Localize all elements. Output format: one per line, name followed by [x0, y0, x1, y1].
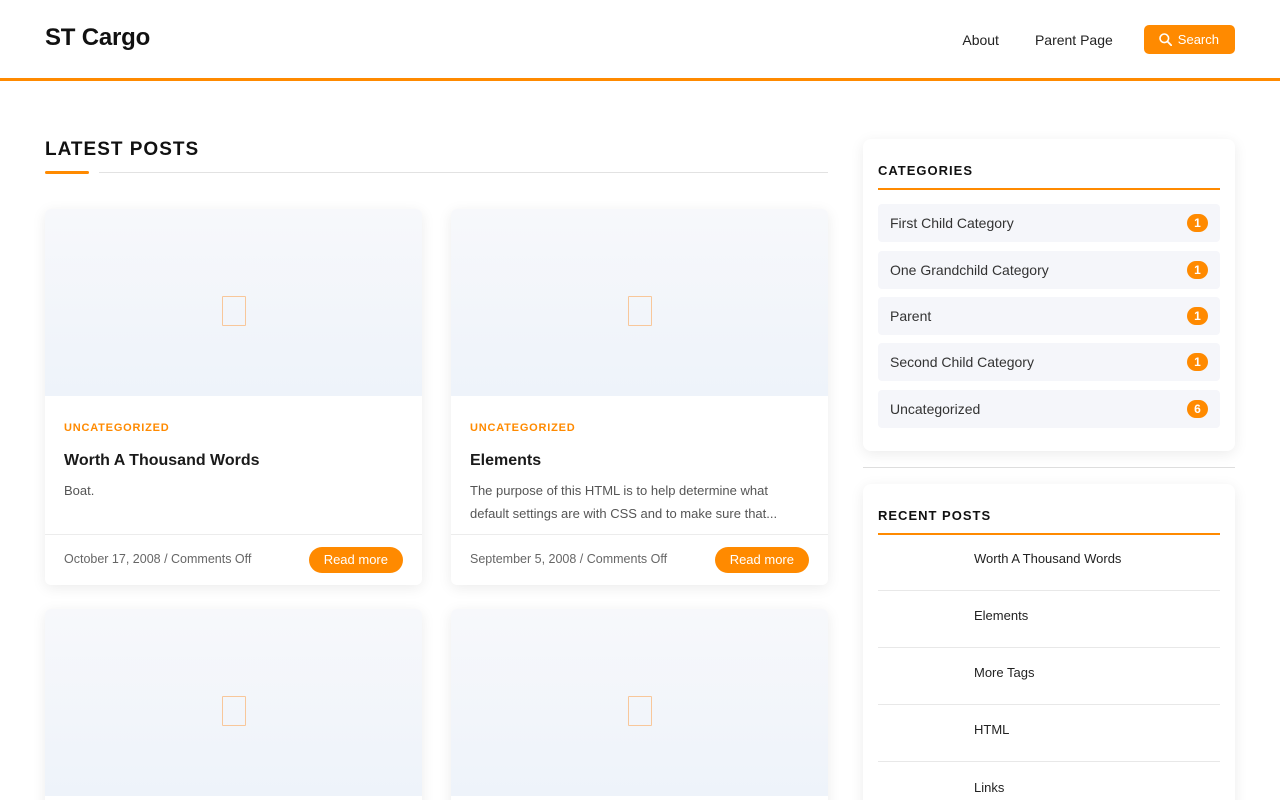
- image-placeholder-icon: [222, 696, 246, 726]
- site-logo[interactable]: ST Cargo: [45, 24, 150, 52]
- image-placeholder-icon: [628, 696, 652, 726]
- recent-post-item[interactable]: Links: [878, 763, 1220, 800]
- post-thumbnail[interactable]: [45, 609, 422, 796]
- section-title-divider: [99, 172, 828, 173]
- post-excerpt: The purpose of this HTML is to help dete…: [470, 483, 778, 521]
- section-title-accent: [45, 171, 89, 174]
- post-card: [451, 609, 828, 800]
- post-card-footer: September 5, 2008 / Comments Off Read mo…: [451, 534, 828, 585]
- recent-post-item[interactable]: More Tags: [878, 648, 1220, 705]
- category-item[interactable]: Uncategorized 6: [878, 390, 1220, 428]
- post-card-footer: October 17, 2008 / Comments Off Read mor…: [45, 534, 422, 585]
- category-count-badge: 1: [1187, 353, 1208, 371]
- recent-post-title: More Tags: [974, 665, 1035, 680]
- search-button[interactable]: Search: [1143, 25, 1235, 54]
- recent-post-title: Links: [974, 780, 1005, 795]
- category-label: First Child Category: [890, 215, 1014, 231]
- post-card-body: UNCATEGORIZED Worth A Thousand Words Boa…: [45, 396, 422, 534]
- category-label: Parent: [890, 308, 932, 324]
- recent-posts-widget-title: RECENT POSTS: [878, 508, 992, 523]
- post-card: [45, 609, 422, 800]
- post-category[interactable]: UNCATEGORIZED: [64, 422, 170, 434]
- post-thumbnail[interactable]: [451, 209, 828, 396]
- post-category[interactable]: UNCATEGORIZED: [470, 422, 576, 434]
- post-card: UNCATEGORIZED Elements The purpose of th…: [451, 209, 828, 585]
- recent-post-title: Worth A Thousand Words: [974, 551, 1122, 566]
- recent-post-title: HTML: [974, 722, 1010, 737]
- categories-widget: CATEGORIES First Child Category 1 One Gr…: [863, 139, 1235, 451]
- category-label: Uncategorized: [890, 401, 981, 417]
- category-count-badge: 1: [1187, 214, 1208, 232]
- categories-widget-title: CATEGORIES: [878, 163, 973, 178]
- post-title[interactable]: Worth A Thousand Words: [64, 452, 260, 470]
- category-count-badge: 1: [1187, 307, 1208, 325]
- image-placeholder-icon: [628, 296, 652, 326]
- category-item[interactable]: First Child Category 1: [878, 204, 1220, 242]
- post-meta: October 17, 2008 / Comments Off: [64, 552, 252, 566]
- main-nav: About Parent Page Search: [962, 25, 1235, 54]
- post-thumbnail[interactable]: [451, 609, 828, 796]
- widget-title-underline: [878, 188, 1220, 190]
- nav-link-about[interactable]: About: [962, 26, 999, 54]
- category-count-badge: 1: [1187, 261, 1208, 279]
- image-placeholder-icon: [222, 296, 246, 326]
- category-count-badge: 6: [1187, 400, 1208, 418]
- read-more-button[interactable]: Read more: [714, 547, 809, 573]
- nav-link-parent-page[interactable]: Parent Page: [1035, 26, 1113, 54]
- recent-post-item[interactable]: Worth A Thousand Words: [878, 534, 1220, 591]
- category-label: Second Child Category: [890, 354, 1034, 370]
- post-card-body: UNCATEGORIZED Elements The purpose of th…: [451, 396, 828, 534]
- read-more-button[interactable]: Read more: [308, 547, 403, 573]
- category-item[interactable]: Parent 1: [878, 297, 1220, 335]
- category-item[interactable]: One Grandchild Category 1: [878, 251, 1220, 289]
- post-meta: September 5, 2008 / Comments Off: [470, 552, 668, 566]
- category-item[interactable]: Second Child Category 1: [878, 343, 1220, 381]
- section-title: LATEST POSTS: [45, 139, 200, 160]
- recent-post-title: Elements: [974, 608, 1029, 623]
- post-thumbnail[interactable]: [45, 209, 422, 396]
- post-title[interactable]: Elements: [470, 452, 541, 470]
- post-excerpt: Boat.: [64, 483, 95, 498]
- search-icon: [1158, 33, 1172, 46]
- recent-posts-widget: RECENT POSTS Worth A Thousand Words Elem…: [863, 484, 1235, 800]
- recent-post-item[interactable]: Elements: [878, 591, 1220, 648]
- sidebar-divider: [863, 467, 1235, 468]
- post-card: UNCATEGORIZED Worth A Thousand Words Boa…: [45, 209, 422, 585]
- recent-post-item[interactable]: HTML: [878, 705, 1220, 762]
- category-label: One Grandchild Category: [890, 262, 1049, 278]
- site-header: ST Cargo About Parent Page Search: [0, 0, 1280, 81]
- search-button-label: Search: [1177, 32, 1219, 47]
